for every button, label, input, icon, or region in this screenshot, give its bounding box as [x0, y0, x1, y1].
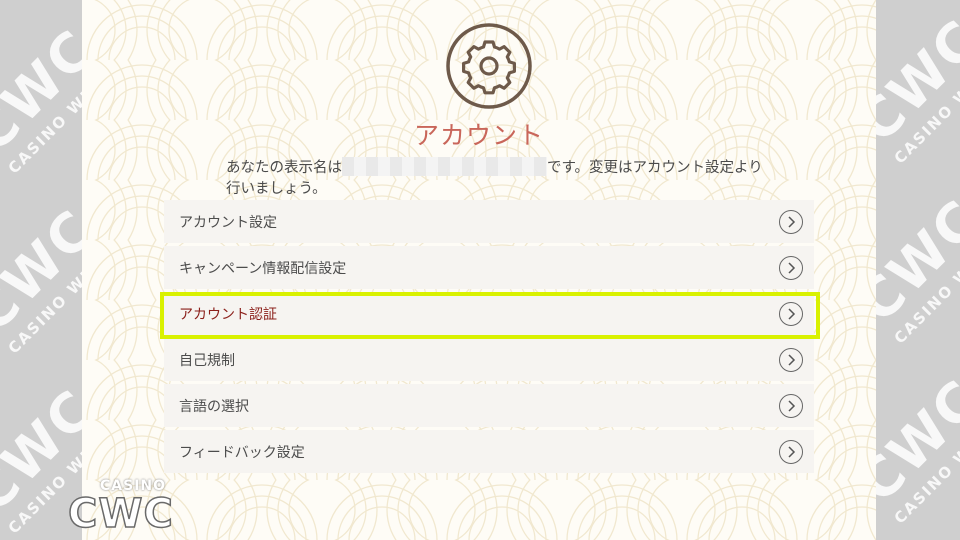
account-panel: アカウント あなたの表示名は です。変更はアカウント設定より行いましょう。 アカウ…	[82, 0, 876, 540]
menu-item-label: キャンペーン情報配信設定	[179, 260, 347, 277]
menu-item-campaign-notifications[interactable]: キャンペーン情報配信設定	[164, 246, 814, 289]
chevron-right-icon	[779, 255, 803, 280]
menu-item-label: アカウント認証	[179, 306, 277, 323]
menu-item-label: 自己規制	[179, 352, 235, 369]
menu-item-label: フィードバック設定	[179, 444, 305, 461]
watermark: CWCCASINO WINNER'S CLUB	[876, 0, 960, 168]
menu-item-self-restriction[interactable]: 自己規制	[164, 338, 814, 381]
menu-item-label: 言語の選択	[179, 398, 249, 415]
left-watermark-strip: CWCCASINO WINNER'S CLUB CWCCASINO WINNER…	[0, 0, 82, 540]
chevron-right-icon	[779, 347, 803, 372]
right-watermark-strip: CWCCASINO WINNER'S CLUB CWCCASINO WINNER…	[876, 0, 960, 540]
page-title: アカウント	[413, 121, 544, 150]
menu-item-language[interactable]: 言語の選択	[164, 384, 814, 427]
account-menu: アカウント設定 キャンペーン情報配信設定 アカウント認証 自己規制 言語の選択 …	[164, 200, 814, 476]
display-name-message: あなたの表示名は です。変更はアカウント設定より行いましょう。	[226, 157, 766, 200]
menu-item-feedback-settings[interactable]: フィードバック設定	[164, 430, 814, 473]
watermark: CWCCASINO WINNER'S CLUB	[0, 0, 82, 178]
cwc-logo: CASINO CWC	[67, 478, 193, 540]
chevron-right-icon	[779, 439, 803, 464]
gear-icon	[445, 22, 533, 110]
chevron-right-icon	[779, 393, 803, 418]
chevron-right-icon	[779, 301, 803, 326]
menu-item-account-verification[interactable]: アカウント認証	[164, 292, 814, 335]
logo-cwc-text: CWC	[67, 491, 174, 537]
menu-item-account-settings[interactable]: アカウント設定	[164, 200, 814, 243]
message-prefix: あなたの表示名は	[226, 160, 342, 176]
chevron-right-icon	[779, 209, 803, 234]
masked-display-name	[342, 157, 547, 176]
menu-item-label: アカウント設定	[179, 214, 277, 231]
